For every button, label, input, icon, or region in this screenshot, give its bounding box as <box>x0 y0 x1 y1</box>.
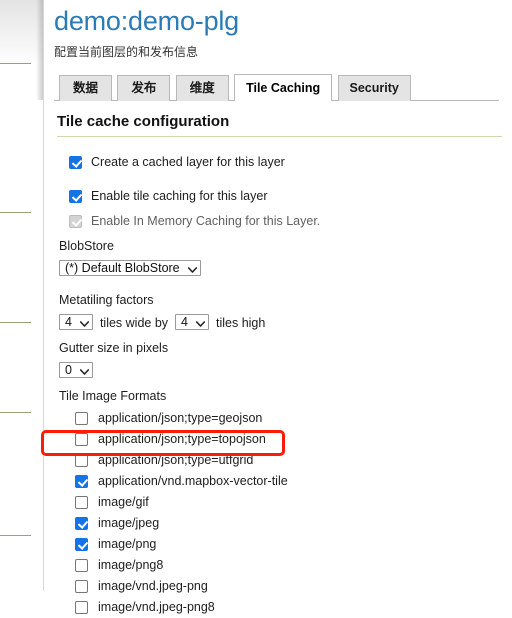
section-title: Tile cache configuration <box>57 113 502 137</box>
format-label: image/gif <box>98 495 149 509</box>
main-content: demo:demo-plg 配置当前图层的和发布信息 数据 发布 维度 Tile… <box>44 0 512 614</box>
blobstore-select-wrap[interactable]: (*) Default BlobStore <box>59 259 201 278</box>
format-label: application/json;type=topojson <box>98 432 266 446</box>
list-item[interactable]: image/png8 <box>57 555 502 576</box>
enable-in-memory-caching-checkbox <box>69 215 82 228</box>
page-title: demo:demo-plg <box>54 6 240 36</box>
format-checkbox-image-vnd-jpeg-png8[interactable] <box>75 601 88 614</box>
tab-bar: 数据 发布 维度 Tile Caching Security <box>54 74 502 102</box>
blobstore-label: BlobStore <box>59 239 114 253</box>
list-item[interactable]: image/jpeg <box>57 513 502 534</box>
tile-caching-panel: Tile cache configuration Create a cached… <box>51 113 502 618</box>
format-label: image/vnd.jpeg-png8 <box>98 600 215 614</box>
metatiling-mid-text: tiles wide by <box>99 315 169 330</box>
metatiling-label: Metatiling factors <box>59 293 154 307</box>
metatiling-height-select[interactable]: 4 <box>175 314 209 330</box>
list-item[interactable]: application/vnd.mapbox-vector-tile <box>57 471 502 492</box>
sidebar-divider <box>0 322 31 323</box>
sidebar-divider <box>0 212 31 213</box>
list-item[interactable]: image/vnd.jpeg-png <box>57 576 502 597</box>
format-label: application/vnd.mapbox-vector-tile <box>98 474 288 488</box>
format-checkbox-json-utfgrid[interactable] <box>75 454 88 467</box>
format-checkbox-image-gif[interactable] <box>75 496 88 509</box>
tab-data[interactable]: 数据 <box>59 75 113 101</box>
blobstore-select[interactable]: (*) Default BlobStore <box>59 260 201 276</box>
format-checkbox-image-png8[interactable] <box>75 559 88 572</box>
metatiling-field-row: 4 tiles wide by 4 tiles high <box>57 313 502 332</box>
list-item[interactable]: image/png <box>57 534 502 555</box>
format-label: image/vnd.jpeg-png <box>98 579 208 593</box>
sidebar-divider <box>0 535 31 536</box>
tile-image-formats-label-row: Tile Image Formats <box>57 388 502 405</box>
tab-security[interactable]: Security <box>337 75 411 101</box>
metatiling-label-row: Metatiling factors <box>57 292 502 309</box>
enable-tile-caching-checkbox[interactable] <box>69 190 82 203</box>
tab-dimension[interactable]: 维度 <box>175 75 229 101</box>
tile-image-formats-list: application/json;type=geojson applicatio… <box>57 408 502 618</box>
format-checkbox-image-vnd-jpeg-png[interactable] <box>75 580 88 593</box>
list-item[interactable]: application/json;type=utfgrid <box>57 450 502 471</box>
gutter-select[interactable]: 0 <box>59 362 93 378</box>
blobstore-field-row: (*) Default BlobStore <box>57 259 502 278</box>
format-label: image/png8 <box>98 558 164 572</box>
tab-publish[interactable]: 发布 <box>117 75 171 101</box>
format-label: image/jpeg <box>98 516 160 530</box>
enable-in-memory-caching-label: Enable In Memory Caching for this Layer. <box>91 214 321 228</box>
tile-image-formats-label: Tile Image Formats <box>59 389 167 403</box>
page-subtitle: 配置当前图层的和发布信息 <box>54 45 199 59</box>
sidebar-divider <box>0 63 31 64</box>
metatiling-end-text: tiles high <box>216 315 266 330</box>
gutter-select-wrap[interactable]: 0 <box>59 361 93 380</box>
format-label: application/json;type=utfgrid <box>98 453 254 467</box>
enable-tile-caching-label: Enable tile caching for this layer <box>91 189 268 203</box>
list-item[interactable]: image/vnd.jpeg-png8 <box>57 597 502 618</box>
format-checkbox-json-geojson[interactable] <box>75 412 88 425</box>
format-label: application/json;type=geojson <box>98 411 263 425</box>
sidebar-divider <box>0 412 31 413</box>
format-checkbox-image-jpeg[interactable] <box>75 517 88 530</box>
gutter-field-row: 0 <box>57 361 502 380</box>
list-item[interactable]: image/gif <box>57 492 502 513</box>
create-cached-layer-row[interactable]: Create a cached layer for this layer <box>57 154 502 171</box>
metatiling-height-select-wrap[interactable]: 4 <box>175 313 209 332</box>
create-cached-layer-checkbox[interactable] <box>69 156 82 169</box>
gutter-label-row: Gutter size in pixels <box>57 340 502 357</box>
create-cached-layer-label: Create a cached layer for this layer <box>91 155 285 169</box>
tab-tile-caching[interactable]: Tile Caching <box>234 74 333 102</box>
list-item[interactable]: application/json;type=topojson <box>57 429 502 450</box>
list-item[interactable]: application/json;type=geojson <box>57 408 502 429</box>
enable-in-memory-caching-row: Enable In Memory Caching for this Layer. <box>57 213 502 230</box>
format-checkbox-mapbox-vector-tile[interactable] <box>75 475 88 488</box>
gutter-label: Gutter size in pixels <box>59 341 169 355</box>
metatiling-width-select[interactable]: 4 <box>59 314 93 330</box>
blobstore-label-row: BlobStore <box>57 238 502 255</box>
format-label: image/png <box>98 537 157 551</box>
enable-tile-caching-row[interactable]: Enable tile caching for this layer <box>57 188 502 205</box>
format-checkbox-json-topojson[interactable] <box>75 433 88 446</box>
format-checkbox-image-png[interactable] <box>75 538 88 551</box>
metatiling-width-select-wrap[interactable]: 4 <box>59 313 93 332</box>
